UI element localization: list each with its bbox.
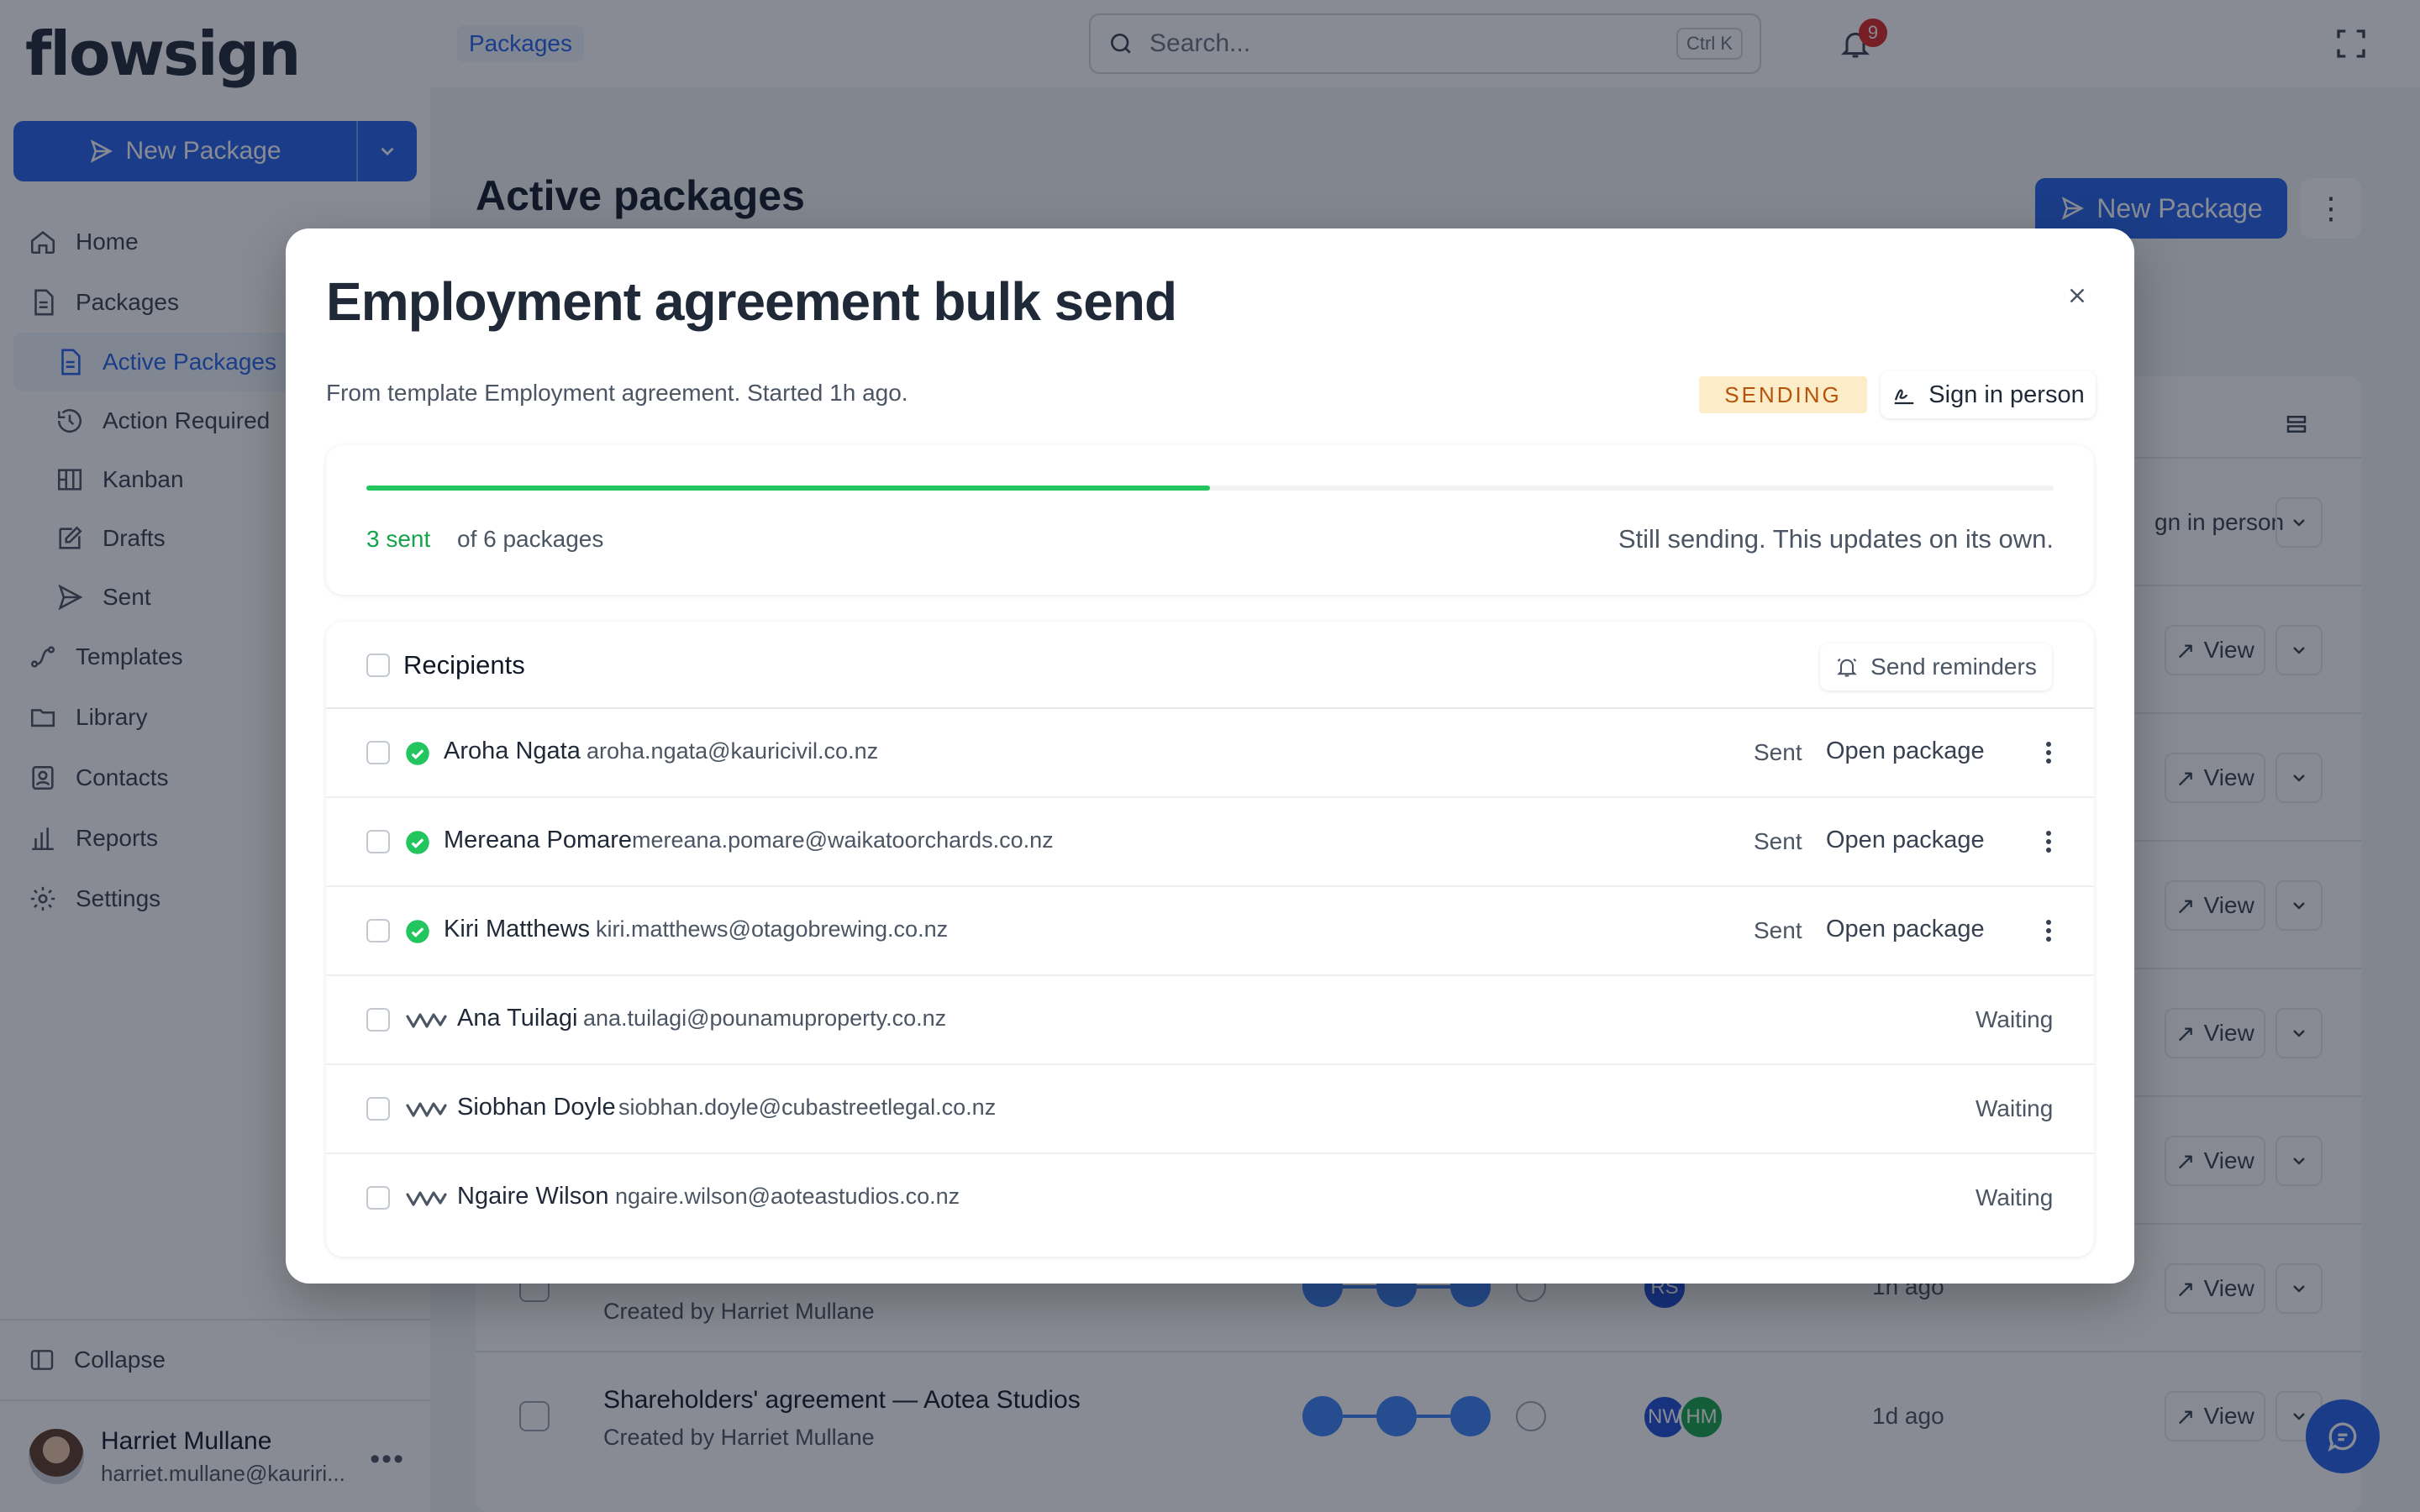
recipient-row: Mereana Pomare mereana.pomare@waikatoorc… <box>326 798 2094 887</box>
modal-subtitle: From template Employment agreement. Star… <box>326 380 908 406</box>
row-checkbox[interactable] <box>366 1186 390 1210</box>
sent-count: 3 sent <box>366 526 431 552</box>
recipient-name: Siobhan Doyle <box>457 1094 616 1121</box>
recipient-row: Siobhan Doyle siobhan.doyle@cubastreetle… <box>326 1065 2094 1154</box>
recipients-heading: Recipients <box>403 650 525 680</box>
recipient-email: ngaire.wilson@aoteastudios.co.nz <box>615 1184 960 1209</box>
recipient-name: Aroha Ngata <box>444 738 581 764</box>
progress-bar <box>366 486 2054 491</box>
recipient-name: Ana Tuilagi <box>457 1005 578 1032</box>
open-package-link[interactable]: Open package <box>1826 738 1985 765</box>
row-checkbox[interactable] <box>366 1097 390 1121</box>
sign-in-person-button[interactable]: Sign in person <box>1881 371 2096 418</box>
modal-title: Employment agreement bulk send <box>326 271 1177 332</box>
recipient-row: Ana Tuilagi ana.tuilagi@pounamuproperty.… <box>326 976 2094 1065</box>
sign-in-person-label: Sign in person <box>1928 381 2085 408</box>
recipient-status: Sent <box>1754 828 1802 854</box>
waiting-squiggle-icon <box>406 1013 447 1028</box>
bell-ring-icon <box>1837 658 1858 677</box>
select-all-checkbox[interactable] <box>366 654 390 677</box>
open-package-link[interactable]: Open package <box>1826 827 1985 854</box>
progress-message: Still sending. This updates on its own. <box>1618 524 2054 554</box>
recipient-status: Waiting <box>1975 1184 2054 1210</box>
check-circle-icon <box>406 831 429 854</box>
total-packages: of 6 packages <box>457 526 604 552</box>
recipient-name: Mereana Pomare <box>444 827 633 853</box>
progress-card: 3 sent of 6 packages Still sending. This… <box>326 445 2094 595</box>
recipient-name: Kiri Matthews <box>444 916 591 942</box>
row-checkbox[interactable] <box>366 1008 390 1032</box>
recipients-header: Recipients Send reminders <box>326 622 2094 709</box>
send-reminders-button[interactable]: Send reminders <box>1820 643 2052 690</box>
recipient-email: ana.tuilagi@pounamuproperty.co.nz <box>583 1005 947 1031</box>
status-badge: SENDING <box>1699 376 1867 413</box>
more-vertical-icon[interactable] <box>2032 906 2065 956</box>
recipient-status: Sent <box>1754 739 1802 765</box>
row-checkbox[interactable] <box>366 741 390 764</box>
close-button[interactable] <box>2055 274 2099 318</box>
recipient-email: aroha.ngata@kauricivil.co.nz <box>587 738 879 764</box>
row-checkbox[interactable] <box>366 830 390 853</box>
more-vertical-icon[interactable] <box>2032 816 2065 867</box>
bulk-send-modal: Employment agreement bulk send From temp… <box>286 228 2134 1284</box>
recipient-name: Ngaire Wilson <box>457 1183 609 1210</box>
close-icon <box>2070 288 2085 303</box>
more-vertical-icon[interactable] <box>2032 727 2065 778</box>
recipient-email: siobhan.doyle@cubastreetlegal.co.nz <box>618 1095 997 1120</box>
recipient-row: Kiri Matthews kiri.matthews@otagobrewing… <box>326 887 2094 976</box>
waiting-squiggle-icon <box>406 1191 447 1206</box>
progress-bar-fill <box>366 486 1210 491</box>
recipient-status: Waiting <box>1975 1095 2054 1121</box>
waiting-squiggle-icon <box>406 1102 447 1117</box>
recipient-email: kiri.matthews@otagobrewing.co.nz <box>596 916 949 942</box>
recipients-card: Recipients Send reminders Aroha Ngata ar… <box>326 622 2094 1257</box>
row-checkbox[interactable] <box>366 919 390 942</box>
recipient-email: mereana.pomare@waikatoorchards.co.nz <box>632 827 1054 853</box>
open-package-link[interactable]: Open package <box>1826 916 1985 943</box>
recipient-row: Ngaire Wilson ngaire.wilson@aoteastudios… <box>326 1154 2094 1243</box>
signature-icon <box>1895 389 1914 405</box>
check-circle-icon <box>406 920 429 943</box>
check-circle-icon <box>406 742 429 765</box>
send-reminders-label: Send reminders <box>1870 654 2037 680</box>
recipient-row: Aroha Ngata aroha.ngata@kauricivil.co.nz… <box>326 709 2094 798</box>
recipient-status: Sent <box>1754 917 1802 943</box>
recipient-status: Waiting <box>1975 1006 2054 1032</box>
